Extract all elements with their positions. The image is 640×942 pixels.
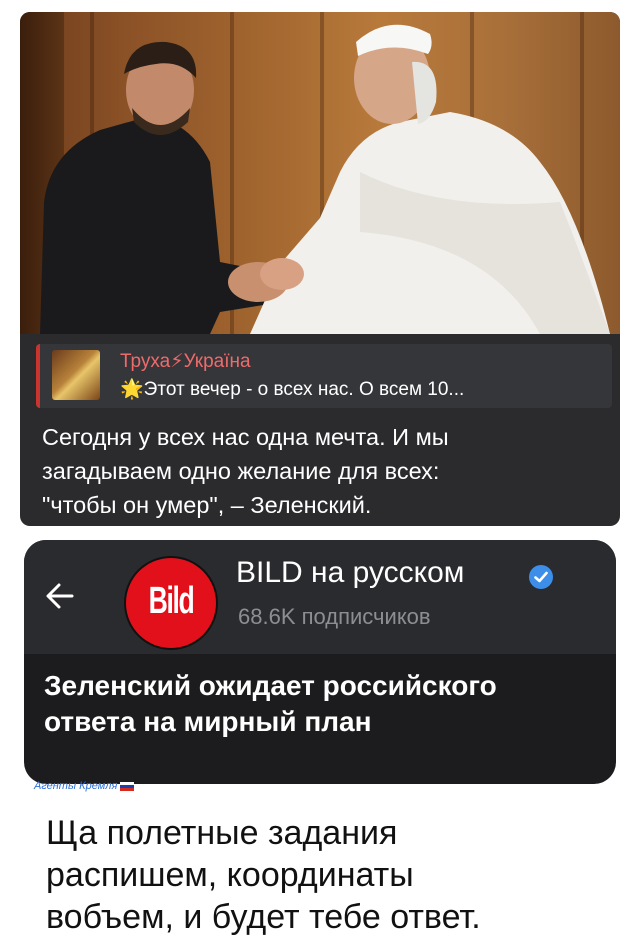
message-line: Сегодня у всех нас одна мечта. И мы <box>42 424 449 450</box>
message-line: "чтобы он умер", – Зеленский. <box>42 492 372 518</box>
quote-thumbnail <box>52 350 100 400</box>
quote-channel-name: Труха⚡Україна <box>120 351 251 372</box>
caption-line: распишем, координаты <box>46 856 414 894</box>
photo-figures <box>40 24 610 334</box>
quoted-message[interactable]: Труха⚡Україна 🌟Этот вечер - о всех нас. … <box>36 344 612 408</box>
bild-logo-text: Bild <box>148 580 195 622</box>
headline-line: ответа на мирный план <box>44 706 372 737</box>
message-line: загадываем одно желание для всех: <box>42 458 440 484</box>
channel-screenshot-card: Bild BILD на русском 68.6K подписчиков З… <box>24 540 616 784</box>
post-headline: Зеленский ожидает российского ответа на … <box>44 668 604 740</box>
headline-line: Зеленский ожидает российского <box>44 670 497 701</box>
subscriber-count: 68.6K подписчиков <box>238 604 431 629</box>
quote-snippet-text: Этот вечер - о всех нас. О всем 10... <box>143 379 465 400</box>
russia-flag-icon <box>120 781 135 791</box>
source-tag[interactable]: Агенты Кремля <box>34 780 135 792</box>
channel-title[interactable]: BILD на русском <box>236 556 464 590</box>
channel-header: Bild BILD на русском 68.6K подписчиков <box>24 540 616 654</box>
source-tag-text: Агенты Кремля <box>34 780 118 792</box>
back-arrow-icon[interactable] <box>40 576 80 616</box>
caption-text: Ща полетные задания распишем, координаты… <box>46 812 616 938</box>
caption-line: вобъем, и будет тебе ответ. <box>46 898 481 936</box>
post-photo[interactable] <box>20 12 620 334</box>
channel-avatar[interactable]: Bild <box>126 558 216 648</box>
star-icon: 🌟 <box>120 379 144 400</box>
caption-line: Ща полетные задания <box>46 814 398 852</box>
post-message-text: Сегодня у всех нас одна мечта. И мы зага… <box>42 420 612 522</box>
verified-badge-icon <box>529 565 553 589</box>
quote-snippet: 🌟Этот вечер - о всех нас. О всем 10... <box>120 377 602 401</box>
top-post-card: Труха⚡Україна 🌟Этот вечер - о всех нас. … <box>20 12 620 526</box>
